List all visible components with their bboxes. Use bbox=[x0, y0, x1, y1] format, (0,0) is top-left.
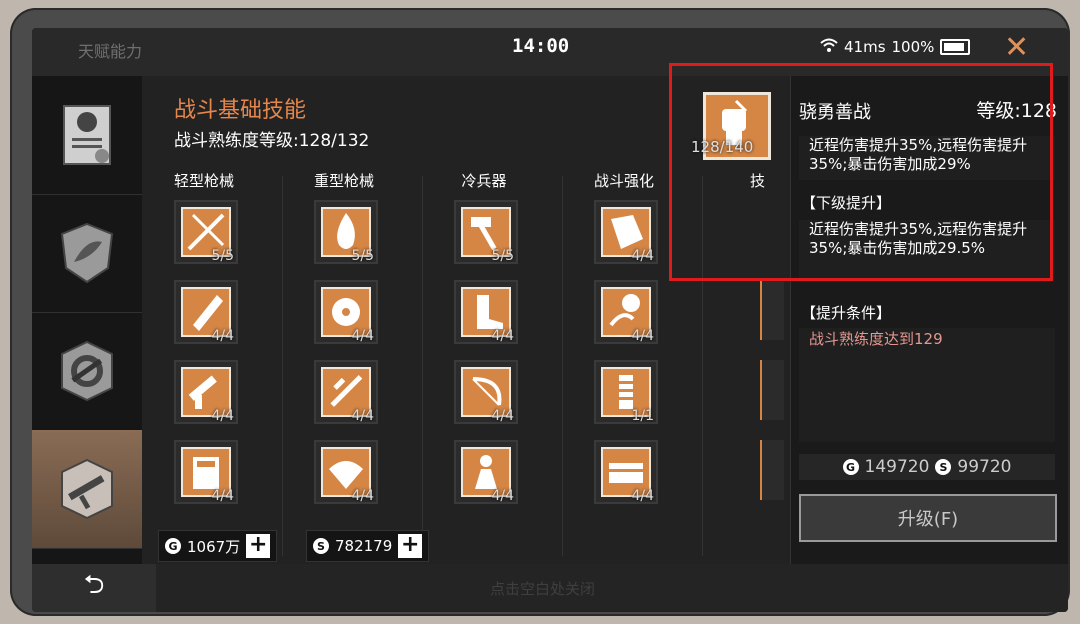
column-head-heavy-guns: 重型枪械 bbox=[313, 172, 374, 190]
silver-coin-icon: S bbox=[935, 459, 952, 475]
gold-currency: G 1067万 + bbox=[158, 530, 278, 562]
leaf-shield-icon bbox=[60, 222, 114, 284]
gold-coin-icon: G bbox=[165, 538, 181, 554]
skill-slot[interactable]: 4/4 bbox=[314, 280, 378, 344]
skill-level: 4/4 bbox=[631, 328, 654, 344]
skill-level: 4/4 bbox=[491, 408, 514, 424]
skill-slot-partial[interactable] bbox=[760, 360, 784, 420]
skill-level: 5/5 bbox=[351, 248, 374, 264]
silver-currency: S 782179 + bbox=[306, 530, 430, 562]
skill-level: 4/4 bbox=[211, 488, 234, 504]
back-arrow-icon: ⮌ bbox=[83, 570, 105, 600]
condition-header: 【提升条件】 bbox=[801, 304, 892, 322]
column-head-light-guns: 轻型枪械 bbox=[173, 172, 234, 190]
gear-tools-icon bbox=[61, 340, 113, 402]
skill-level: 4/4 bbox=[351, 408, 374, 424]
skill-slot-partial[interactable] bbox=[760, 440, 784, 500]
upgrade-button[interactable]: 升级(F) bbox=[799, 494, 1057, 542]
skill-slot[interactable]: 4/4 bbox=[594, 200, 658, 264]
skill-level: 4/4 bbox=[491, 488, 514, 504]
ping-text: 41ms bbox=[844, 38, 886, 56]
skill-level: 4/4 bbox=[351, 488, 374, 504]
sidebar-tab-gathering[interactable] bbox=[32, 194, 142, 313]
skill-slot[interactable]: 4/4 bbox=[454, 360, 518, 424]
cost-silver: 99720 bbox=[957, 457, 1012, 477]
window-title: 天赋能力 bbox=[78, 42, 143, 61]
skill-slot[interactable]: 4/4 bbox=[174, 360, 238, 424]
rifle-badge-icon bbox=[61, 458, 113, 520]
cost-gold: 149720 bbox=[864, 457, 930, 477]
certificate-icon bbox=[63, 105, 111, 165]
skill-slot[interactable]: 4/4 bbox=[454, 280, 518, 344]
bottom-bar: ⮌ 点击空白处关闭 bbox=[32, 564, 1068, 612]
upgrade-condition: 战斗熟练度达到129 bbox=[809, 330, 943, 348]
highlight-box bbox=[669, 63, 1053, 281]
skill-level: 4/4 bbox=[211, 408, 234, 424]
skill-level: 4/4 bbox=[351, 328, 374, 344]
status-area: 41ms 100% bbox=[820, 38, 971, 56]
silver-coin-icon: S bbox=[313, 538, 329, 554]
battery-text: 100% bbox=[891, 38, 935, 56]
upgrade-cost: G 149720 S 99720 bbox=[799, 454, 1055, 480]
skill-slot[interactable]: 5/5 bbox=[174, 200, 238, 264]
back-button[interactable]: ⮌ bbox=[32, 564, 156, 612]
skill-slot[interactable]: 4/4 bbox=[594, 280, 658, 344]
add-gold-button[interactable]: + bbox=[246, 534, 271, 558]
gold-amount: 1067万 bbox=[187, 537, 241, 556]
skill-slot[interactable]: 4/4 bbox=[174, 280, 238, 344]
column-head-melee: 冷兵器 bbox=[461, 172, 507, 190]
wifi-icon bbox=[820, 38, 838, 56]
skill-level: 5/5 bbox=[491, 248, 514, 264]
skill-slot[interactable]: 4/4 bbox=[454, 440, 518, 504]
sidebar bbox=[32, 76, 142, 564]
clock: 14:00 bbox=[512, 35, 570, 57]
skill-slot[interactable]: 4/4 bbox=[594, 440, 658, 504]
skill-level: 1/1 bbox=[631, 408, 654, 424]
skill-level: 4/4 bbox=[491, 328, 514, 344]
skill-level: 5/5 bbox=[211, 248, 234, 264]
sidebar-tab-trade[interactable] bbox=[32, 76, 142, 195]
close-hint[interactable]: 点击空白处关闭 bbox=[490, 578, 595, 599]
close-icon[interactable]: ✕ bbox=[1004, 30, 1029, 65]
skill-level: 4/4 bbox=[631, 488, 654, 504]
skill-slot[interactable]: 1/1 bbox=[594, 360, 658, 424]
condition-box: 战斗熟练度达到129 bbox=[799, 328, 1055, 442]
skill-level: 4/4 bbox=[211, 328, 234, 344]
skill-level: 4/4 bbox=[631, 248, 654, 264]
battery-icon bbox=[940, 39, 971, 55]
skill-slot[interactable]: 4/4 bbox=[174, 440, 238, 504]
skill-slot[interactable]: 4/4 bbox=[314, 440, 378, 504]
sidebar-tab-crafting[interactable] bbox=[32, 312, 142, 431]
silver-amount: 782179 bbox=[335, 537, 393, 555]
column-head-combat-boost: 战斗强化 bbox=[593, 172, 654, 190]
sidebar-tab-combat[interactable] bbox=[32, 430, 142, 549]
skill-slot[interactable]: 5/5 bbox=[314, 200, 378, 264]
skill-slot-partial[interactable] bbox=[760, 280, 784, 340]
skill-category-title: 战斗基础技能 bbox=[174, 98, 307, 123]
gold-coin-icon: G bbox=[842, 459, 859, 475]
proficiency-level: 战斗熟练度等级:128/132 bbox=[174, 131, 370, 151]
skill-slot[interactable]: 4/4 bbox=[314, 360, 378, 424]
skill-slot[interactable]: 5/5 bbox=[454, 200, 518, 264]
add-silver-button[interactable]: + bbox=[398, 534, 423, 558]
